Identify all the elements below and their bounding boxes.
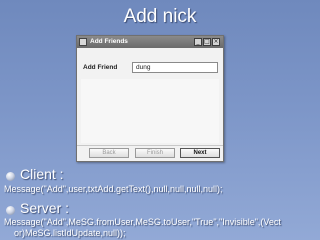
server-bullet-icon xyxy=(6,206,15,215)
next-button[interactable]: Next xyxy=(180,148,220,158)
slide-title: Add nick xyxy=(123,6,197,27)
server-code-line-2: or)MeSG.listIdUpdate,null)); xyxy=(14,228,126,238)
server-code-line-1: Message("Add",MeSG.fromUser,MeSG.toUser,… xyxy=(4,217,281,227)
add-friends-dialog: Add Friends _ □ × Add Friend dung Back F… xyxy=(76,35,224,162)
client-bullet-icon xyxy=(6,172,15,181)
dialog-divider xyxy=(77,145,223,146)
dialog-title: Add Friends xyxy=(90,38,128,45)
add-friend-label: Add Friend xyxy=(83,64,118,71)
server-heading: Server : xyxy=(20,200,70,216)
dialog-titlebar[interactable]: Add Friends _ □ × xyxy=(77,36,223,48)
maximize-icon[interactable]: □ xyxy=(203,38,211,46)
minimize-icon[interactable]: _ xyxy=(194,38,202,46)
dialog-content-area xyxy=(81,79,219,143)
window-app-icon xyxy=(79,38,87,46)
finish-button[interactable]: Finish xyxy=(135,148,175,158)
back-button[interactable]: Back xyxy=(89,148,129,158)
close-icon[interactable]: × xyxy=(212,38,220,46)
add-friend-input[interactable]: dung xyxy=(132,62,218,73)
client-code: Message("Add",user,txtAdd.getText(),null… xyxy=(4,184,223,194)
client-heading: Client : xyxy=(20,166,64,182)
